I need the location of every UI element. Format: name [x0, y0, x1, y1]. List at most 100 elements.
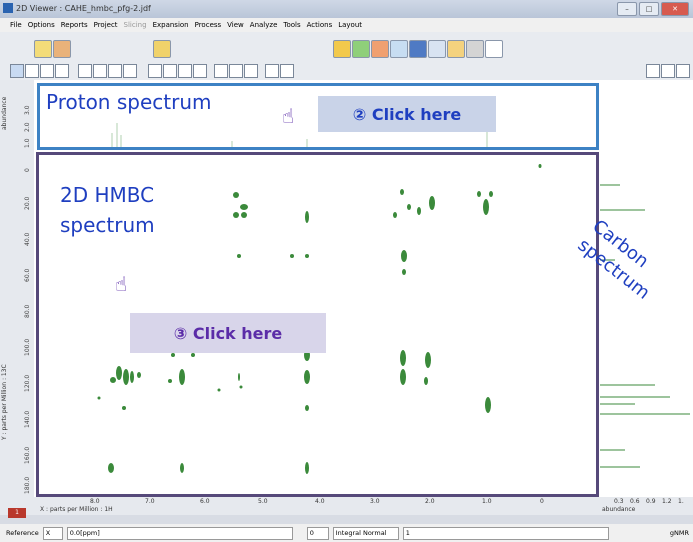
zoom-tool-icon[interactable] [40, 64, 54, 78]
plus-icon[interactable] [193, 64, 207, 78]
pointer-hand-icon: ☝ [115, 272, 128, 296]
expand-icon[interactable] [371, 40, 389, 58]
menu-layout[interactable]: Layout [338, 21, 362, 29]
diamond-icon[interactable] [148, 64, 162, 78]
y-tick: 140.0 [24, 410, 31, 428]
x-tick: 1.0 [482, 498, 492, 505]
phase-tool-icon[interactable] [78, 64, 92, 78]
y-tick: 60.0 [24, 268, 31, 282]
carbon-tick: 1.2 [662, 498, 672, 505]
layer-tab[interactable]: 1 [8, 508, 26, 518]
text-icon[interactable] [214, 64, 228, 78]
carbon-spectrum-trace [600, 184, 690, 468]
reference-label: Reference [6, 529, 39, 537]
carbon-axis-label: abundance [602, 506, 636, 513]
layout-icon[interactable] [676, 64, 690, 78]
frame-icon[interactable] [229, 64, 243, 78]
cursor-icon[interactable] [108, 64, 122, 78]
menu-view[interactable]: View [227, 21, 244, 29]
hmbc-spectrum-label: 2D HMBC spectrum [60, 180, 200, 240]
y-tick: 80.0 [24, 304, 31, 318]
pointer-hand-icon: ☝ [282, 104, 295, 128]
x-tick: 7.0 [145, 498, 155, 505]
x-tick: 8.0 [90, 498, 100, 505]
box-icon[interactable] [244, 64, 258, 78]
hmbc-label-line2: spectrum [60, 213, 155, 237]
x-axis-label: X : parts per Million : 1H [40, 506, 113, 513]
window-title: 2D Viewer : CAHE_hmbc_pfg-2.jdf [16, 4, 151, 13]
menu-actions[interactable]: Actions [307, 21, 333, 29]
measure-tool-icon[interactable] [55, 64, 69, 78]
grid-icon[interactable] [265, 64, 279, 78]
menu-tools[interactable]: Tools [283, 21, 300, 29]
count-input[interactable]: 1 [402, 526, 609, 540]
symmetry-icon[interactable] [661, 64, 675, 78]
print-icon[interactable] [428, 40, 446, 58]
y-tick: 0 [24, 168, 31, 172]
menu-process[interactable]: Process [195, 21, 222, 29]
window-controls: – □ ✕ [617, 2, 689, 16]
y-tick: 120.0 [24, 374, 31, 392]
menu-analyze[interactable]: Analyze [250, 21, 278, 29]
maximize-button[interactable]: □ [639, 2, 659, 16]
settings-icon[interactable] [466, 40, 484, 58]
select-tool-icon[interactable] [10, 64, 24, 78]
open-data-icon[interactable] [333, 40, 351, 58]
carbon-tick: 0.6 [630, 498, 640, 505]
menu-expansion[interactable]: Expansion [153, 21, 189, 29]
carbon-tick: 0.3 [614, 498, 624, 505]
hmbc-label-line1: 2D HMBC [60, 183, 155, 207]
y-tick: 160.0 [24, 446, 31, 464]
integral-toggle[interactable]: 0 [306, 526, 329, 540]
menu-reports[interactable]: Reports [61, 21, 88, 29]
y-axis: abundance Y : parts per Million : 13C 3.… [0, 80, 34, 510]
reference-axis-select[interactable]: X [42, 526, 63, 540]
save-icon[interactable] [409, 40, 427, 58]
close-button[interactable]: ✕ [661, 2, 689, 16]
crosshair-icon[interactable] [280, 64, 294, 78]
x-tick: 4.0 [315, 498, 325, 505]
app-name: gNMR [669, 529, 689, 537]
click-here-hmbc[interactable]: ③ Click here [130, 313, 326, 353]
carbon-tick: 0.9 [646, 498, 656, 505]
ppm-input[interactable]: 0.0[ppm] [66, 526, 293, 540]
lock-icon[interactable] [153, 40, 171, 58]
x-tick: 5.0 [258, 498, 268, 505]
pencil-icon[interactable] [178, 64, 192, 78]
x-tick: 2.0 [425, 498, 435, 505]
menu-file[interactable]: File [10, 21, 22, 29]
click-here-proton[interactable]: ② Click here [318, 96, 496, 132]
x-tick: 3.0 [370, 498, 380, 505]
menu-options[interactable]: Options [28, 21, 55, 29]
minimize-button[interactable]: – [617, 2, 637, 16]
main-toolbar [0, 32, 693, 62]
play-icon[interactable] [93, 64, 107, 78]
x-tick: 0 [540, 498, 544, 505]
proton-tick: 3.0 [24, 105, 31, 115]
x-axis: 8.0 7.0 6.0 5.0 4.0 3.0 2.0 1.0 0 X : pa… [0, 497, 693, 515]
abundance-axis-label: abundance [1, 96, 8, 130]
italic-icon[interactable] [163, 64, 177, 78]
y-tick: 100.0 [24, 338, 31, 356]
peak-pick-icon[interactable] [123, 64, 137, 78]
integral-mode-select[interactable]: Integral Normal [332, 526, 399, 540]
menu-project[interactable]: Project [94, 21, 118, 29]
status-bar: Reference X 0.0[ppm] 0 Integral Normal 1… [0, 524, 693, 542]
project-icon[interactable] [53, 40, 71, 58]
menu-bar: File Options Reports Project Slicing Exp… [0, 18, 693, 32]
integral-icon[interactable] [485, 40, 503, 58]
menu-slicing[interactable]: Slicing [124, 21, 147, 29]
y-tick: 20.0 [24, 196, 31, 210]
export-icon[interactable] [447, 40, 465, 58]
open-folder-icon[interactable] [34, 40, 52, 58]
y-axis-label: Y : parts per Million : 13C [1, 364, 8, 440]
y-tick: 180.0 [24, 476, 31, 494]
y-tick: 40.0 [24, 232, 31, 246]
proton-spectrum-label: Proton spectrum [46, 90, 212, 114]
x-tick: 6.0 [200, 498, 210, 505]
window-titlebar: 2D Viewer : CAHE_hmbc_pfg-2.jdf – □ ✕ [0, 0, 693, 18]
pan-tool-icon[interactable] [25, 64, 39, 78]
layer-icon[interactable] [390, 40, 408, 58]
scale-icon[interactable] [646, 64, 660, 78]
process-icon[interactable] [352, 40, 370, 58]
